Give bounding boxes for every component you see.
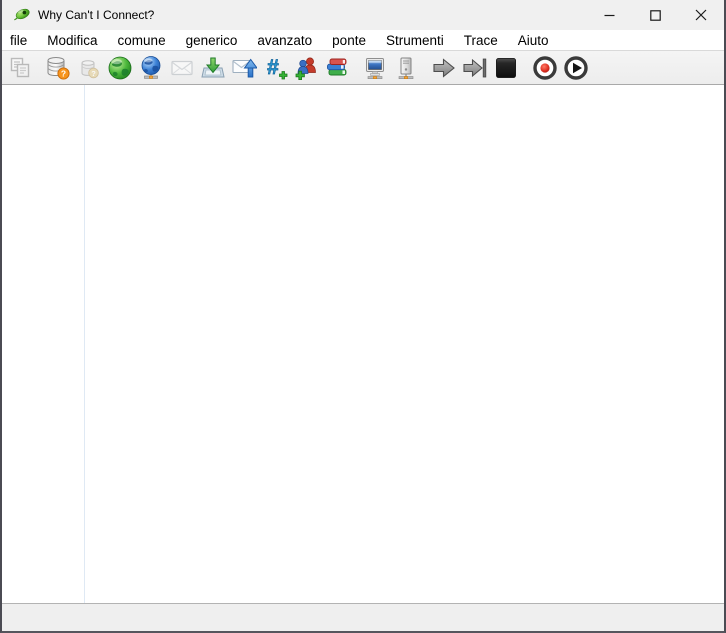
mail-button[interactable] (167, 53, 197, 83)
title-bar: Why Can't I Connect? (2, 0, 724, 30)
toolbar: ? ? # (2, 51, 724, 85)
close-icon (695, 9, 707, 21)
step-button[interactable] (429, 53, 459, 83)
server-computer-icon (398, 57, 414, 79)
books-button[interactable] (322, 53, 352, 83)
menu-item-trace[interactable]: Trace (454, 30, 508, 50)
minimize-button[interactable] (586, 0, 632, 30)
main-pane[interactable] (85, 85, 724, 603)
database-test-small-button[interactable]: ? (74, 53, 104, 83)
play-button[interactable] (561, 53, 591, 83)
svg-text:#: # (267, 56, 279, 79)
network-globe-button[interactable] (136, 53, 166, 83)
window-title: Why Can't I Connect? (38, 8, 155, 22)
maximize-button[interactable] (632, 0, 678, 30)
menu-item-strumenti[interactable]: Strumenti (376, 30, 454, 50)
status-bar (2, 603, 724, 631)
menu-item-ponte[interactable]: ponte (322, 30, 376, 50)
users-add-icon (295, 57, 316, 80)
menu-bar: file Modifica comune generico avanzato p… (2, 30, 724, 51)
copy-button[interactable] (5, 53, 35, 83)
envelope-icon (171, 60, 193, 75)
svg-text:?: ? (61, 68, 66, 78)
step-to-end-icon (463, 58, 487, 77)
menu-item-avanzato[interactable]: avanzato (247, 30, 322, 50)
menu-item-comune[interactable]: comune (108, 30, 176, 50)
blue-globe-network-icon (141, 55, 161, 79)
menu-item-file[interactable]: file (2, 30, 37, 50)
database-question-small-icon: ? (81, 59, 99, 78)
stop-icon (496, 57, 516, 78)
inbox-download-icon (201, 57, 225, 77)
green-globe-button[interactable] (105, 53, 135, 83)
record-icon (533, 55, 557, 80)
send-button[interactable] (229, 53, 259, 83)
database-test-button[interactable]: ? (43, 53, 73, 83)
receive-button[interactable] (198, 53, 228, 83)
app-logo-icon (14, 8, 30, 21)
svg-text:?: ? (91, 68, 96, 77)
green-globe-icon (108, 56, 132, 79)
client-computer-icon (366, 57, 384, 79)
minimize-icon (604, 14, 614, 16)
database-question-icon: ? (47, 56, 70, 80)
step-to-end-button[interactable] (460, 53, 490, 83)
step-arrow-icon (433, 57, 455, 78)
app-window: Why Can't I Connect? file Modifica comun… (0, 0, 726, 633)
stop-button[interactable] (491, 53, 521, 83)
users-add-button[interactable] (291, 53, 321, 83)
content-area (2, 85, 724, 603)
books-icon (327, 58, 347, 75)
menu-item-modifica[interactable]: Modifica (37, 30, 107, 50)
server-computer-button[interactable] (391, 53, 421, 83)
play-icon (564, 55, 588, 80)
record-button[interactable] (530, 53, 560, 83)
menu-item-generico[interactable]: generico (176, 30, 248, 50)
maximize-icon (649, 9, 661, 21)
menu-item-aiuto[interactable]: Aiuto (508, 30, 559, 50)
close-button[interactable] (678, 0, 724, 30)
tree-pane[interactable] (2, 85, 84, 603)
irc-channel-add-icon: # (267, 55, 288, 79)
irc-channel-add-button[interactable]: # (260, 53, 290, 83)
envelope-upload-icon (232, 58, 257, 77)
client-computer-button[interactable] (360, 53, 390, 83)
copy-icon (10, 57, 30, 77)
